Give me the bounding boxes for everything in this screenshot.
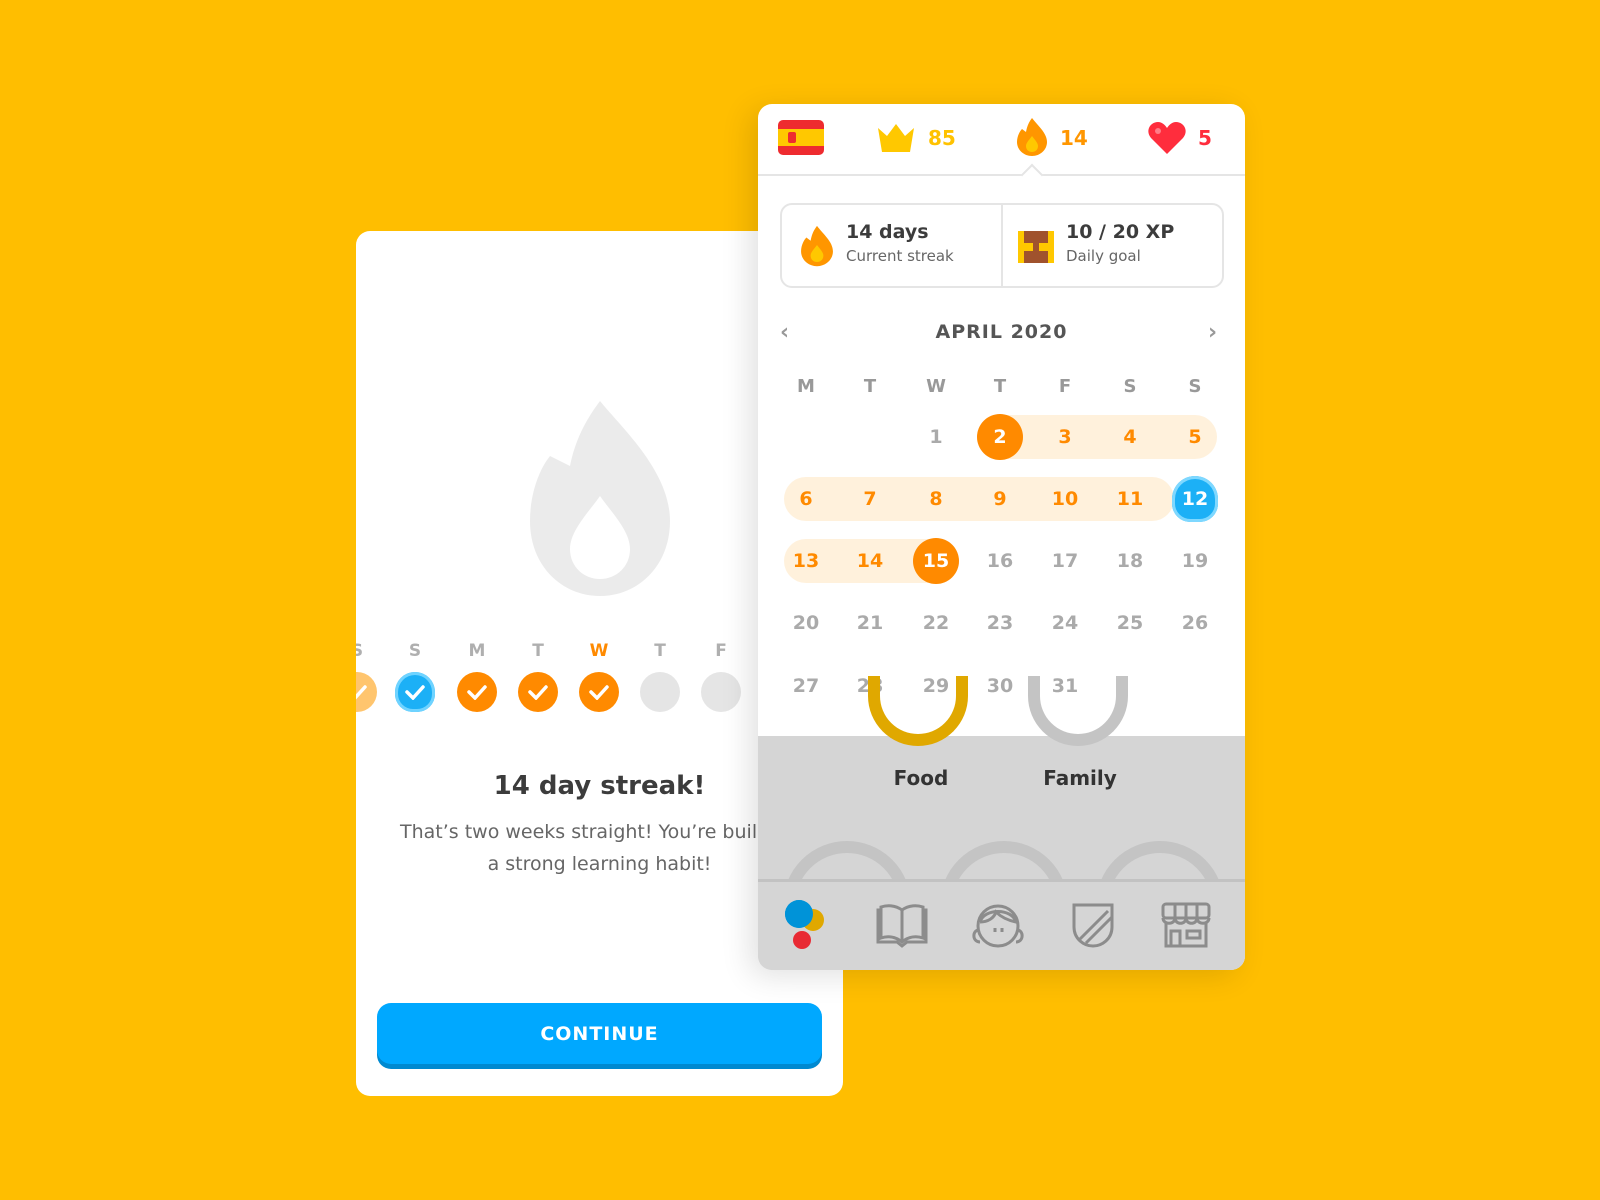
daily-goal-value: 10 / 20 XP (1066, 221, 1175, 243)
pointer-caret (1020, 163, 1044, 187)
skill-tree-dimmed: Food Family (758, 676, 1245, 970)
week-day-letter: F (715, 641, 727, 661)
check-icon (405, 685, 425, 700)
calendar-day-streak[interactable]: 11 (1107, 476, 1153, 522)
stories-icon[interactable] (874, 897, 930, 953)
calendar-day[interactable]: 24 (1042, 600, 1088, 646)
week-day-letter: T (654, 641, 666, 661)
check-icon (528, 685, 548, 700)
check-icon (356, 685, 367, 700)
calendar-day[interactable]: 20 (783, 600, 829, 646)
heart-count: 5 (1198, 126, 1212, 150)
week-day-letter: T (532, 641, 544, 661)
calendar-day-frozen[interactable]: 12 (1172, 476, 1218, 522)
calendar-day-streak[interactable]: 8 (913, 476, 959, 522)
calendar-day-streak[interactable]: 13 (783, 538, 829, 584)
next-month-button[interactable]: › (1208, 320, 1217, 345)
calendar-day[interactable]: 1 (913, 414, 959, 460)
calendar-day-streak[interactable]: 15 (913, 538, 959, 584)
week-day-done (579, 672, 619, 712)
calendar-day[interactable]: 18 (1107, 538, 1153, 584)
weekday-header: T (993, 376, 1007, 397)
week-day-frozen (395, 672, 435, 712)
food-skill-ring[interactable] (868, 676, 968, 746)
skill-food-label[interactable]: Food (871, 766, 971, 790)
streak-count: 14 (1060, 126, 1088, 150)
weekday-header: M (797, 376, 815, 397)
divider (1001, 205, 1003, 286)
profile-icon[interactable] (970, 897, 1026, 953)
stats-box: 14 days Current streak 10 / 20 XP Daily … (780, 203, 1224, 288)
calendar-day-streak[interactable]: 10 (1042, 476, 1088, 522)
weekday-header: T (863, 376, 877, 397)
spain-flag-icon[interactable] (778, 120, 824, 155)
family-skill-ring[interactable] (1028, 676, 1128, 746)
streak-days-value: 14 days (846, 221, 929, 243)
week-day-done (457, 672, 497, 712)
weekday-header: F (1058, 376, 1072, 397)
calendar-day-streak[interactable]: 6 (783, 476, 829, 522)
shop-icon[interactable] (1158, 897, 1214, 953)
weekday-header: W (926, 376, 946, 397)
week-day-letter: M (468, 641, 486, 661)
calendar-day-streak[interactable]: 3 (1042, 414, 1088, 460)
calendar-day[interactable]: 26 (1172, 600, 1218, 646)
calendar-day[interactable]: 19 (1172, 538, 1218, 584)
calendar-day-streak[interactable]: 7 (847, 476, 893, 522)
calendar-day-streak[interactable]: 5 (1172, 414, 1218, 460)
calendar-day[interactable]: 21 (847, 600, 893, 646)
week-day-letter: S (408, 641, 422, 661)
flame-icon (530, 401, 670, 596)
calendar-day[interactable]: 27 (783, 663, 829, 709)
calendar-day[interactable]: 23 (977, 600, 1023, 646)
crown-count: 85 (928, 126, 956, 150)
week-day-empty (640, 672, 680, 712)
treasure-chest-icon (1018, 231, 1054, 263)
streak-panel: 85 14 5 14 days Current streak 10 / 20 X… (758, 104, 1245, 970)
heart-icon[interactable] (1148, 122, 1186, 154)
week-day-done (518, 672, 558, 712)
streak-days-label: Current streak (846, 247, 954, 265)
calendar-day[interactable]: 16 (977, 538, 1023, 584)
top-bar: 85 14 5 (758, 104, 1245, 187)
flame-icon (801, 225, 833, 267)
calendar-day-streak[interactable]: 2 (977, 414, 1023, 460)
week-day-letter: W (589, 641, 609, 661)
skill-family-label[interactable]: Family (1020, 766, 1140, 790)
check-icon (467, 685, 487, 700)
calendar-day[interactable]: 30 (977, 663, 1023, 709)
bottom-nav (758, 879, 1245, 970)
calendar-day-streak[interactable]: 9 (977, 476, 1023, 522)
league-shield-icon[interactable] (1065, 897, 1121, 953)
week-day-letter: S (356, 641, 364, 661)
continue-button[interactable]: CONTINUE (377, 1003, 822, 1064)
week-day-done (356, 672, 377, 712)
calendar-day-streak[interactable]: 4 (1107, 414, 1153, 460)
streak-flame-icon[interactable] (1016, 118, 1048, 156)
daily-goal-label: Daily goal (1066, 247, 1141, 265)
weekday-header: S (1123, 376, 1137, 397)
calendar-month: APRIL 2020 (935, 321, 1068, 343)
crown-icon[interactable] (876, 122, 916, 154)
check-icon (589, 685, 609, 700)
calendar-day[interactable]: 25 (1107, 600, 1153, 646)
calendar-day[interactable]: 22 (913, 600, 959, 646)
calendar-day-streak[interactable]: 14 (847, 538, 893, 584)
learn-icon[interactable] (780, 897, 836, 953)
weekday-header: S (1188, 376, 1202, 397)
week-day-empty (701, 672, 741, 712)
calendar-day[interactable]: 17 (1042, 538, 1088, 584)
